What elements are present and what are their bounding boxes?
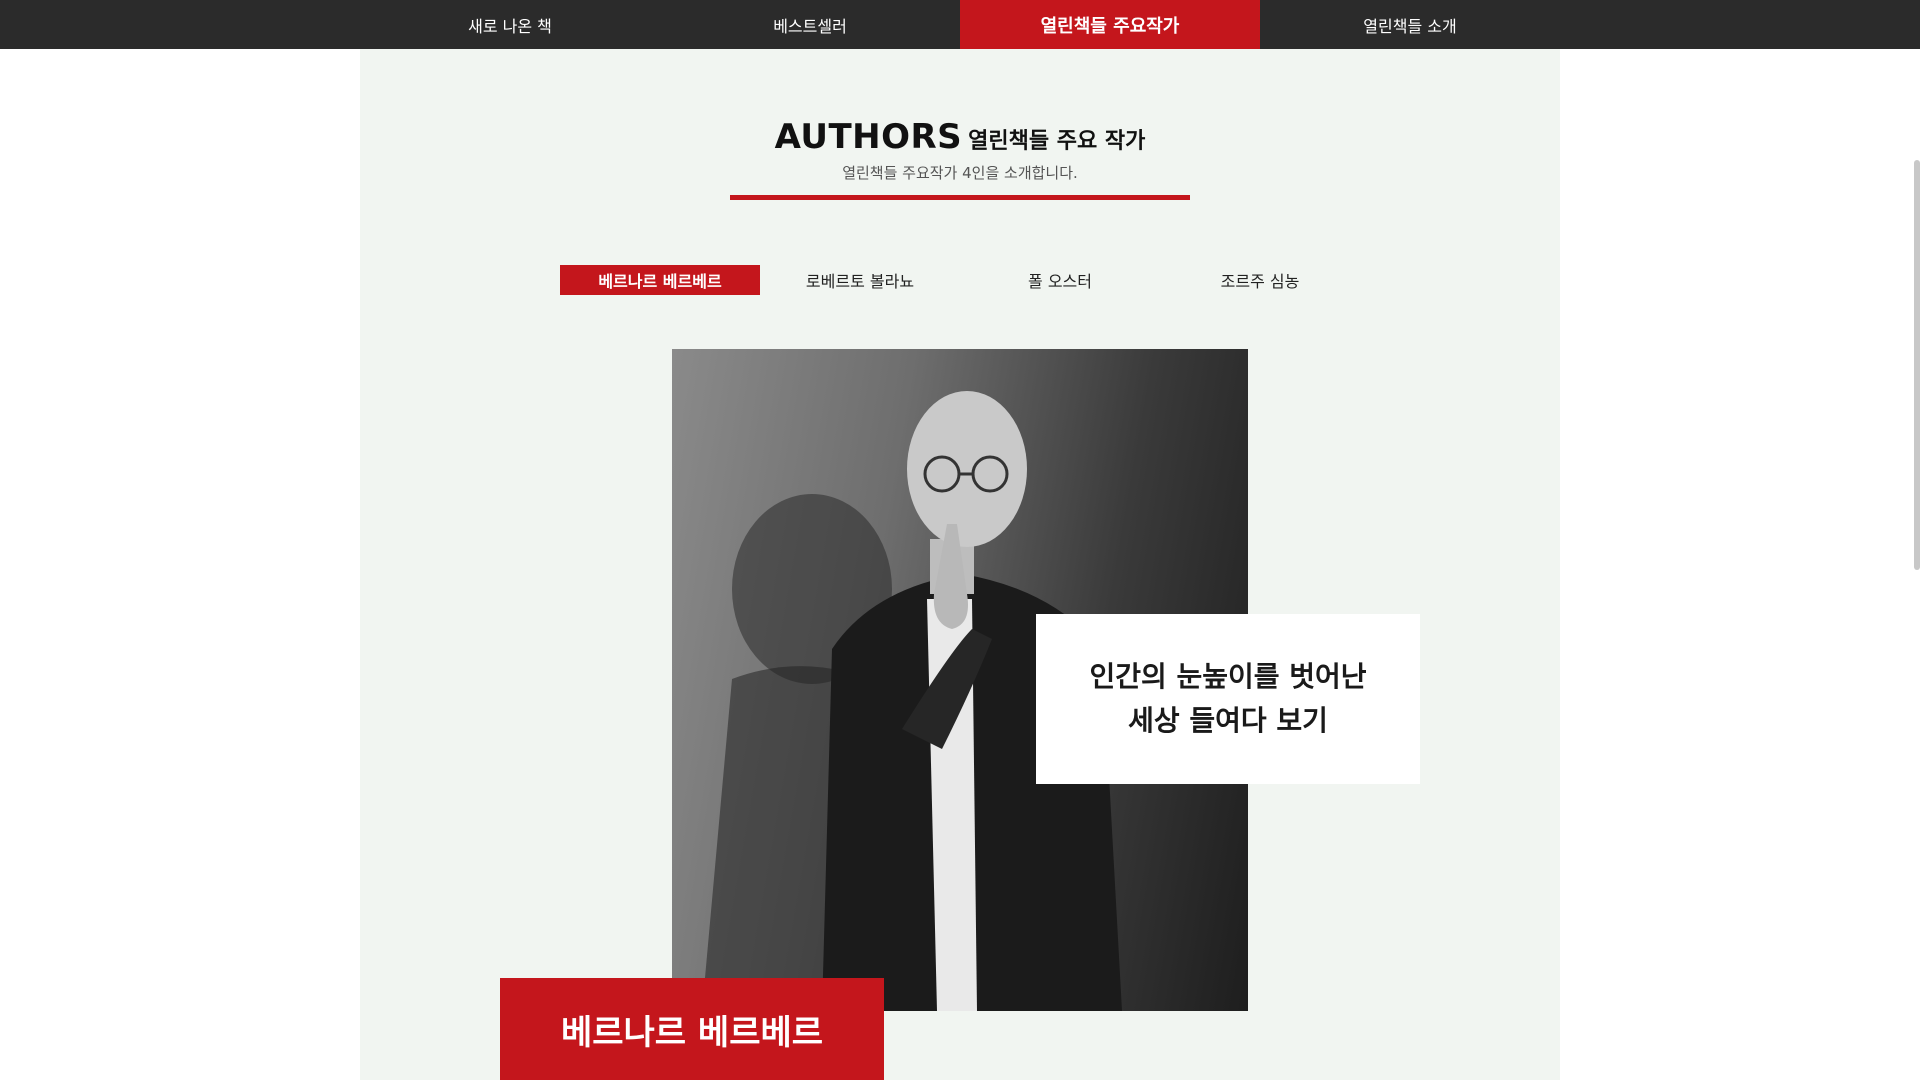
top-navigation: 새로 나온 책 베스트셀러 열린책들 주요작가 열린책들 소개 — [0, 0, 1920, 49]
section-subtitle: 열린책들 주요작가 4인을 소개합니다. — [842, 164, 1078, 182]
quote-line-1: 인간의 눈높이를 벗어난 — [1089, 660, 1367, 693]
nav-about[interactable]: 열린책들 소개 — [1260, 0, 1560, 49]
author-quote-box: 인간의 눈높이를 벗어난 세상 들여다 보기 — [1036, 614, 1420, 784]
tab-roberto-bolano[interactable]: 로베르토 볼라뇨 — [760, 265, 960, 295]
author-tabs: 베르나르 베르베르 로베르토 볼라뇨 폴 오스터 조르주 심농 — [560, 265, 1360, 295]
tab-paul-auster[interactable]: 폴 오스터 — [960, 265, 1160, 295]
nav-authors[interactable]: 열린책들 주요작가 — [960, 0, 1260, 49]
nav-bestseller[interactable]: 베스트셀러 — [660, 0, 960, 49]
page-scrollbar[interactable] — [1914, 160, 1920, 570]
author-name-banner: 베르나르 베르베르 — [500, 978, 884, 1080]
quote-line-2: 세상 들여다 보기 — [1128, 704, 1328, 737]
tab-bernard-werber[interactable]: 베르나르 베르베르 — [560, 265, 760, 295]
title-underline — [730, 195, 1190, 200]
section-title-ko: 열린책들 주요 작가 — [968, 129, 1146, 154]
nav-new-books[interactable]: 새로 나온 책 — [360, 0, 660, 49]
tab-georges-simenon[interactable]: 조르주 심농 — [1160, 265, 1360, 295]
section-title-en: AUTHORS — [774, 117, 963, 157]
authors-section: AUTHORS 열린책들 주요 작가 열린책들 주요작가 4인을 소개합니다. 베… — [360, 49, 1560, 1080]
section-title: AUTHORS 열린책들 주요 작가 — [360, 117, 1560, 157]
